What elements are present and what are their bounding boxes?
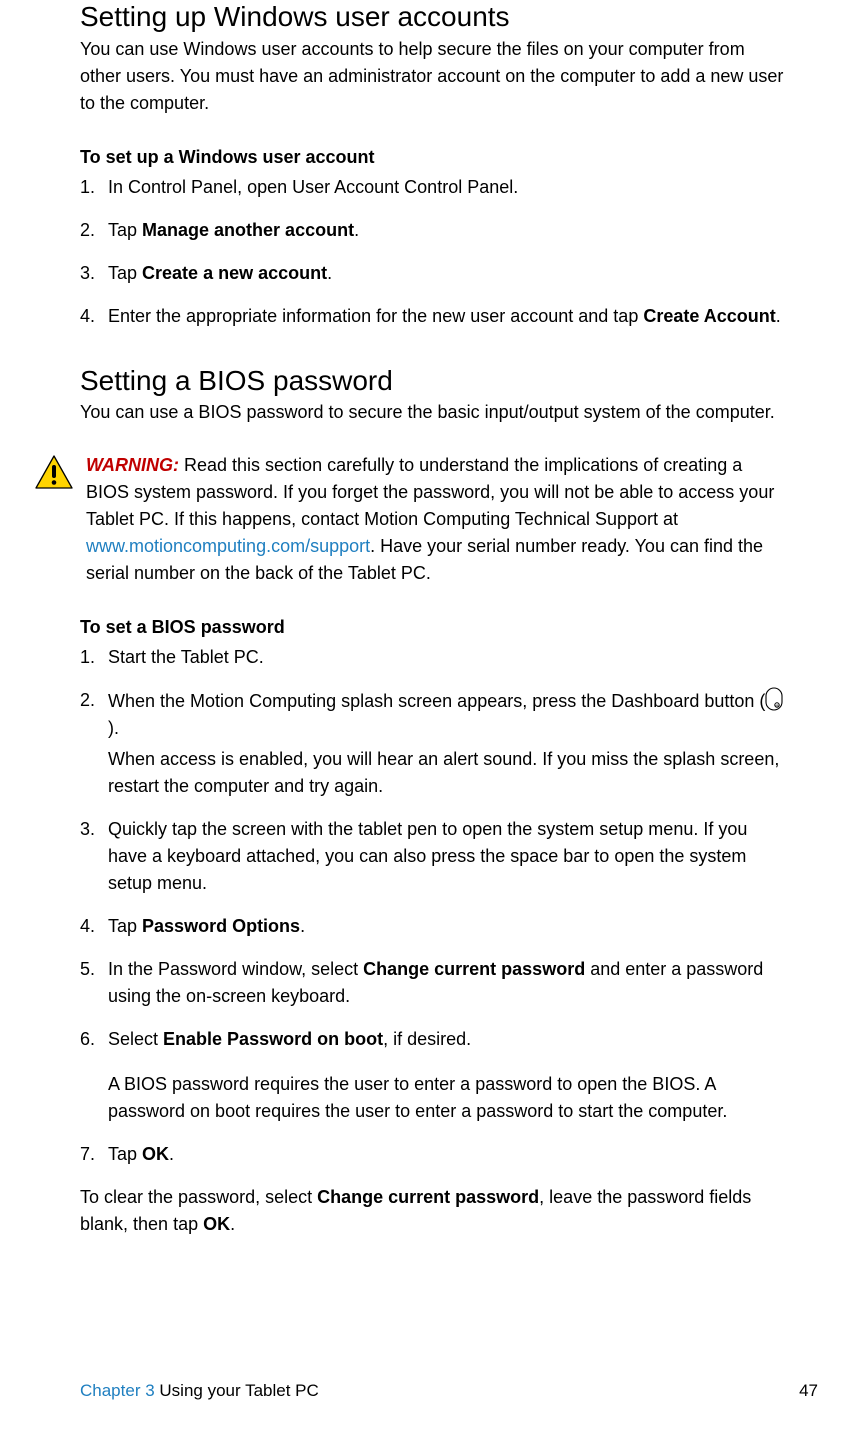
footer-left: Chapter 3 Using your Tablet PC: [80, 1381, 319, 1401]
step-subtext: A BIOS password requires the user to ent…: [108, 1071, 786, 1125]
intro-bios-password: You can use a BIOS password to secure th…: [80, 399, 786, 426]
step-3: Quickly tap the screen with the tablet p…: [80, 816, 786, 897]
step-1: In Control Panel, open User Account Cont…: [80, 174, 786, 201]
text: .: [230, 1214, 235, 1234]
step-1: Start the Tablet PC.: [80, 644, 786, 671]
intro-user-accounts: You can use Windows user accounts to hel…: [80, 36, 786, 117]
step-subtext: When access is enabled, you will hear an…: [108, 746, 786, 800]
step-6: Select Enable Password on boot, if desir…: [80, 1026, 786, 1125]
step-text: .: [327, 263, 332, 283]
ui-label: Manage another account: [142, 220, 354, 240]
ui-label: Enable Password on boot: [163, 1029, 383, 1049]
ui-label: Change current password: [317, 1187, 539, 1207]
page-footer: Chapter 3 Using your Tablet PC 47: [80, 1381, 818, 1401]
clear-password-note: To clear the password, select Change cur…: [80, 1184, 786, 1238]
steps-bios-password: Start the Tablet PC. When the Motion Com…: [80, 644, 786, 1168]
warning-icon: [34, 454, 74, 495]
svg-text:@: @: [775, 703, 779, 708]
section-heading-bios-password: Setting a BIOS password: [80, 364, 786, 398]
step-text: Tap: [108, 916, 142, 936]
ui-label: Create a new account: [142, 263, 327, 283]
step-4: Enter the appropriate information for th…: [80, 303, 786, 330]
section-heading-user-accounts: Setting up Windows user accounts: [80, 0, 786, 34]
chapter-link[interactable]: Chapter 3: [80, 1381, 155, 1400]
step-text: In the Password window, select: [108, 959, 363, 979]
step-4: Tap Password Options.: [80, 913, 786, 940]
page-number: 47: [799, 1381, 818, 1401]
steps-user-account: In Control Panel, open User Account Cont…: [80, 174, 786, 330]
step-3: Tap Create a new account.: [80, 260, 786, 287]
step-text: Tap: [108, 1144, 142, 1164]
step-text: , if desired.: [383, 1029, 471, 1049]
step-text: In Control Panel, open User Account Cont…: [108, 177, 518, 197]
step-text: Enter the appropriate information for th…: [108, 306, 643, 326]
ui-label: Password Options: [142, 916, 300, 936]
step-text: ).: [108, 718, 119, 738]
ui-label: Create Account: [643, 306, 775, 326]
step-2: When the Motion Computing splash screen …: [80, 687, 786, 800]
step-text: .: [354, 220, 359, 240]
chapter-title: Using your Tablet PC: [155, 1381, 319, 1400]
step-7: Tap OK.: [80, 1141, 786, 1168]
text: To clear the password, select: [80, 1187, 317, 1207]
ui-label: Change current password: [363, 959, 585, 979]
warning-text: WARNING: Read this section carefully to …: [86, 452, 786, 587]
warning-label: WARNING:: [86, 455, 179, 475]
support-link[interactable]: www.motioncomputing.com/support: [86, 536, 370, 556]
step-text: .: [300, 916, 305, 936]
document-page: Setting up Windows user accounts You can…: [0, 0, 866, 1431]
step-2: Tap Manage another account.: [80, 217, 786, 244]
warning-body: Read this section carefully to understan…: [86, 455, 774, 529]
dashboard-button-icon: @: [765, 687, 783, 711]
step-text: Tap: [108, 263, 142, 283]
step-text: When the Motion Computing splash screen …: [108, 691, 765, 711]
step-text: Start the Tablet PC.: [108, 647, 264, 667]
task-title-bios-password: To set a BIOS password: [80, 617, 786, 638]
ui-label: OK: [203, 1214, 230, 1234]
warning-note: WARNING: Read this section carefully to …: [80, 452, 786, 587]
step-text: Quickly tap the screen with the tablet p…: [108, 819, 747, 893]
step-5: In the Password window, select Change cu…: [80, 956, 786, 1010]
task-title-user-account: To set up a Windows user account: [80, 147, 786, 168]
step-text: .: [169, 1144, 174, 1164]
ui-label: OK: [142, 1144, 169, 1164]
step-text: Tap: [108, 220, 142, 240]
step-text: .: [776, 306, 781, 326]
step-text: Select: [108, 1029, 163, 1049]
